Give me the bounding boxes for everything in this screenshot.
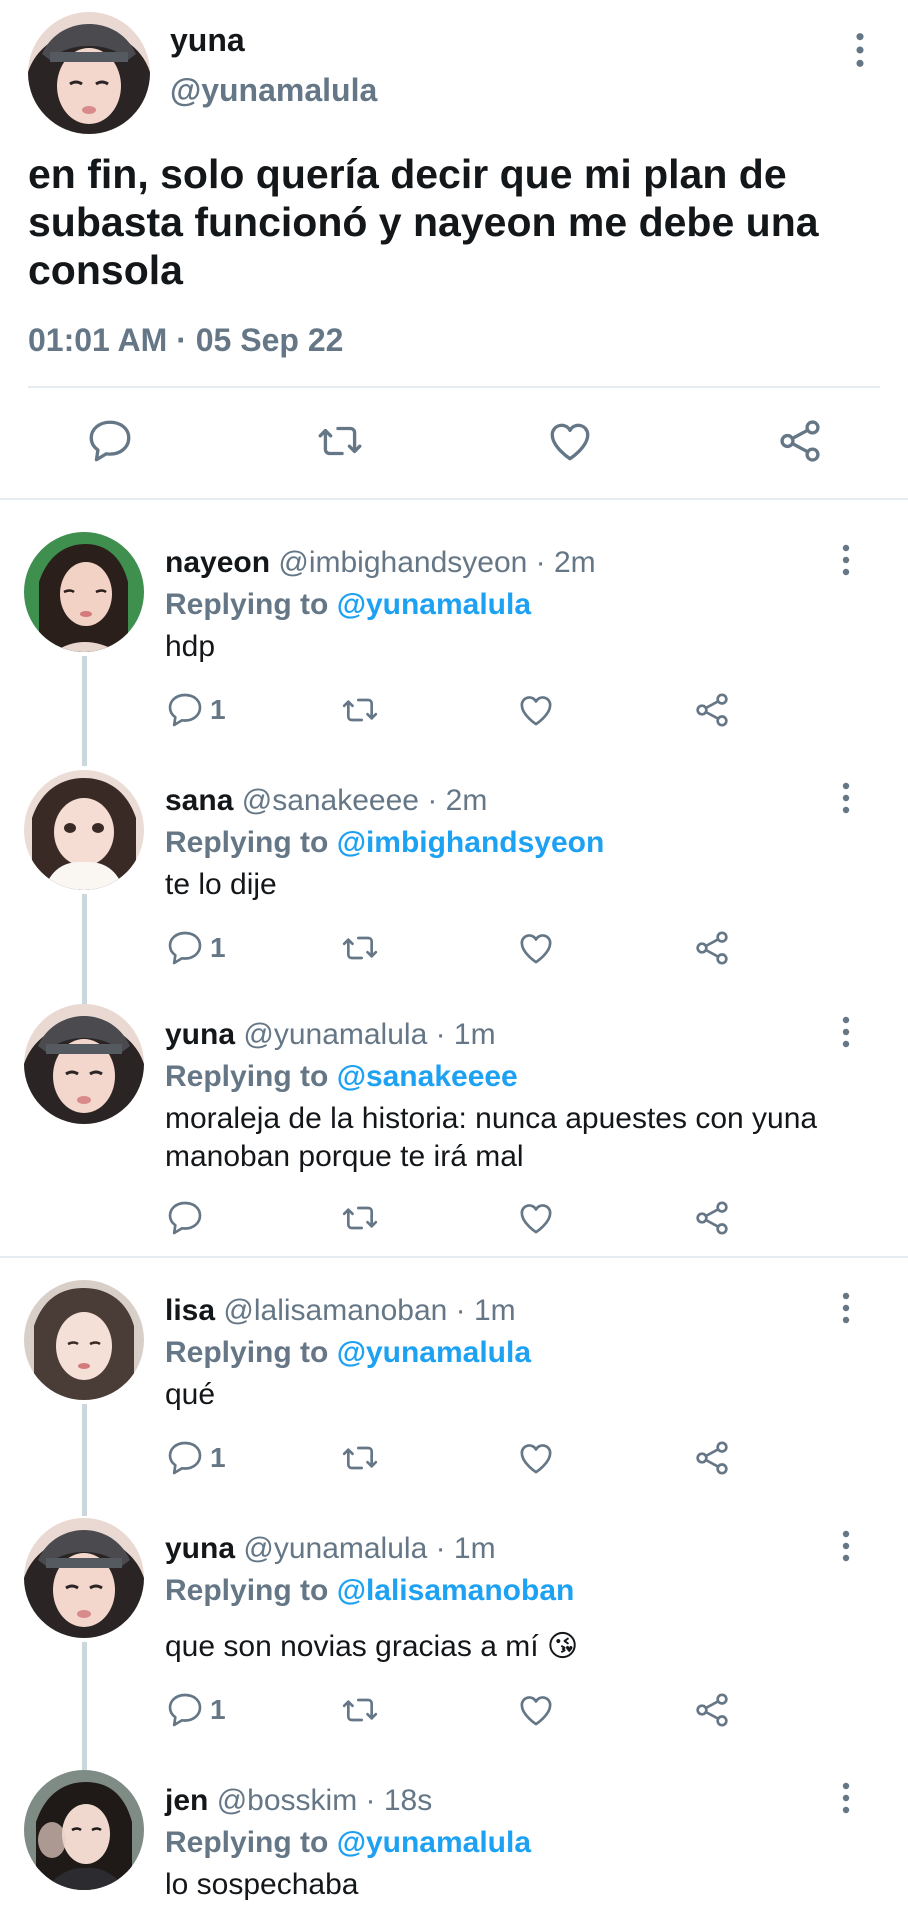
share-icon[interactable]: [692, 1438, 732, 1478]
reply-icon[interactable]: [165, 1198, 205, 1238]
thread-line: [82, 656, 87, 766]
retweet-icon[interactable]: [315, 416, 365, 466]
like-icon[interactable]: [516, 1198, 556, 1238]
more-options-icon[interactable]: [836, 542, 856, 578]
author-handle[interactable]: @imbighandsyeon: [278, 546, 527, 579]
replying-to-link[interactable]: @yunamalula: [337, 588, 531, 621]
share-icon[interactable]: [775, 416, 825, 466]
divider: [0, 498, 908, 500]
replying-to-link[interactable]: @yunamalula: [337, 1336, 531, 1369]
replying-label: Replying to: [165, 826, 329, 859]
replying-label: Replying to: [165, 1060, 329, 1093]
avatar[interactable]: [24, 1280, 144, 1400]
more-options-icon[interactable]: [836, 1290, 856, 1326]
author-name[interactable]: lisa: [165, 1294, 215, 1327]
share-icon[interactable]: [692, 928, 732, 968]
author-handle[interactable]: @bosskim: [217, 1784, 357, 1817]
replying-label: Replying to: [165, 1336, 329, 1369]
share-icon[interactable]: [692, 1198, 732, 1238]
replying-to-link[interactable]: @yunamalula: [337, 1826, 531, 1859]
reply-time: · 1m: [435, 1018, 496, 1051]
reply-text: hdp: [165, 630, 216, 663]
reply-text: te lo dije: [165, 868, 277, 901]
retweet-icon[interactable]: [340, 1438, 380, 1478]
avatar[interactable]: [24, 770, 144, 890]
more-options-icon[interactable]: [836, 1014, 856, 1050]
reply-icon[interactable]: [165, 1690, 205, 1730]
tweet-timestamp[interactable]: 01:01 AM · 05 Sep 22: [28, 322, 343, 359]
reply-text: que son novias gracias a mí 😘: [165, 1630, 579, 1663]
author-name[interactable]: jen: [165, 1784, 208, 1817]
avatar[interactable]: [24, 1518, 144, 1638]
replying-to-link[interactable]: @sanakeeee: [337, 1060, 518, 1093]
like-icon[interactable]: [516, 690, 556, 730]
like-icon[interactable]: [516, 1690, 556, 1730]
reply-icon[interactable]: [165, 1438, 205, 1478]
more-options-icon[interactable]: [836, 1780, 856, 1816]
reply-icon[interactable]: [165, 690, 205, 730]
author-handle[interactable]: @lalisamanoban: [223, 1294, 447, 1327]
replying-to-link[interactable]: @imbighandsyeon: [337, 826, 605, 859]
reply-icon[interactable]: [85, 416, 135, 466]
avatar[interactable]: [24, 532, 144, 652]
reply-text: lo sospechaba: [165, 1868, 359, 1901]
divider: [28, 386, 880, 388]
like-icon[interactable]: [545, 416, 595, 466]
author-handle[interactable]: @yunamalula: [243, 1532, 427, 1565]
avatar[interactable]: [24, 1004, 144, 1124]
share-icon[interactable]: [692, 690, 732, 730]
reply-count: 1: [210, 1442, 226, 1473]
replying-to-link[interactable]: @lalisamanoban: [337, 1574, 575, 1607]
reply-time: · 2m: [535, 546, 596, 579]
reply-text: moraleja de la historia: nunca apuestes …: [165, 1102, 818, 1173]
replying-label: Replying to: [165, 1826, 329, 1859]
like-icon[interactable]: [516, 1438, 556, 1478]
retweet-icon[interactable]: [340, 1198, 380, 1238]
author-name[interactable]: nayeon: [165, 546, 270, 579]
reply-time: · 1m: [455, 1294, 516, 1327]
more-options-icon[interactable]: [850, 30, 870, 70]
author-name[interactable]: yuna: [170, 22, 245, 59]
retweet-icon[interactable]: [340, 1690, 380, 1730]
avatar[interactable]: [24, 1770, 144, 1890]
more-options-icon[interactable]: [836, 1528, 856, 1564]
reply-text: qué: [165, 1378, 216, 1411]
author-handle[interactable]: @yunamalula: [243, 1018, 427, 1051]
replying-label: Replying to: [165, 1574, 329, 1607]
divider: [0, 1256, 908, 1258]
avatar[interactable]: [28, 12, 150, 134]
more-options-icon[interactable]: [836, 780, 856, 816]
thread-line: [82, 1404, 87, 1516]
reply-count: 1: [210, 694, 226, 725]
reply-time: · 2m: [427, 784, 488, 817]
share-icon[interactable]: [692, 1690, 732, 1730]
reply-time: · 1m: [435, 1532, 496, 1565]
author-name[interactable]: sana: [165, 784, 233, 817]
reply-time: · 18s: [365, 1784, 433, 1817]
reply-count: 1: [210, 1694, 226, 1725]
replying-label: Replying to: [165, 588, 329, 621]
author-handle[interactable]: @yunamalula: [170, 72, 377, 109]
author-handle[interactable]: @sanakeeee: [242, 784, 419, 817]
like-icon[interactable]: [516, 928, 556, 968]
tweet-text: en fin, solo quería decir que mi plan de…: [28, 151, 819, 293]
retweet-icon[interactable]: [340, 928, 380, 968]
author-name[interactable]: yuna: [165, 1532, 235, 1565]
thread-line: [82, 1642, 87, 1780]
author-name[interactable]: yuna: [165, 1018, 235, 1051]
thread-line: [82, 894, 87, 1006]
reply-count: 1: [210, 932, 226, 963]
retweet-icon[interactable]: [340, 690, 380, 730]
reply-icon[interactable]: [165, 928, 205, 968]
